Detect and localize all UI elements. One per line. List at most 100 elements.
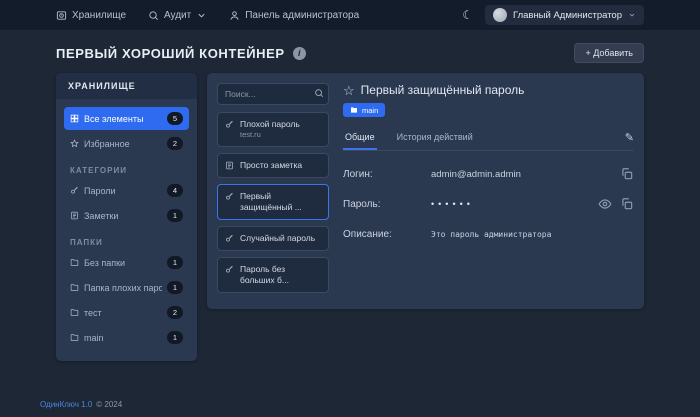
sidebar-item-folder-main[interactable]: main 1 — [64, 326, 189, 349]
detail-fields: Логин: admin@admin.admin Пароль: •••••• — [343, 161, 634, 247]
sidebar-item-label: Пароли — [84, 186, 162, 196]
login-value: admin@admin.admin — [431, 169, 620, 180]
sidebar-item-label: Папка плохих паролей — [84, 283, 162, 293]
sidebar-list: Все элементы 5 Избранное 2 КАТЕГОРИИ Пар… — [56, 99, 197, 349]
count-badge: 4 — [167, 184, 183, 197]
sidebar-item-folder-none[interactable]: Без папки 1 — [64, 251, 189, 274]
tab-general[interactable]: Общие — [343, 132, 377, 150]
copy-icon — [620, 197, 634, 211]
detail-panel: ☆ Первый защищённый пароль main Общие Ис… — [343, 83, 634, 299]
chevron-down-icon — [196, 10, 207, 21]
list-item-text: Плохой пароль test.ru — [240, 119, 300, 140]
nav-item-audit[interactable]: Аудит — [148, 10, 207, 21]
sidebar-item-folder-bad-passwords[interactable]: Папка плохих паролей 1 — [64, 276, 189, 299]
nav-item-admin-label: Панель администратора — [245, 10, 359, 21]
vault-icon — [56, 10, 67, 21]
sidebar-item-label: тест — [84, 308, 162, 318]
main-card: Плохой пароль test.ru Просто заметка Пер… — [207, 73, 644, 309]
field-label: Пароль: — [343, 199, 431, 210]
key-icon — [225, 192, 234, 201]
field-actions — [620, 167, 634, 181]
sidebar-item-passwords[interactable]: Пароли 4 — [64, 179, 189, 202]
folder-icon — [70, 308, 79, 317]
search-icon — [314, 88, 324, 98]
field-label: Описание: — [343, 229, 431, 240]
count-badge: 2 — [167, 137, 183, 150]
reveal-password-button[interactable] — [598, 197, 612, 211]
sidebar: ХРАНИЛИЩЕ Все элементы 5 Избранное 2 КАТ… — [56, 73, 197, 361]
detail-title: Первый защищённый пароль — [361, 83, 525, 97]
folder-icon — [350, 106, 358, 114]
list-item-title: Просто заметка — [240, 160, 302, 171]
count-badge: 1 — [167, 256, 183, 269]
info-icon[interactable]: i — [293, 47, 306, 60]
list-item-title: Пароль без больших б... — [240, 264, 321, 286]
page-title: ПЕРВЫЙ ХОРОШИЙ КОНТЕЙНЕР — [56, 46, 285, 61]
page-head: ПЕРВЫЙ ХОРОШИЙ КОНТЕЙНЕР i + Добавить — [56, 43, 644, 63]
key-icon — [225, 234, 234, 243]
app-root: Хранилище Аудит Панель администратора ☾ … — [0, 0, 700, 361]
list-item-title: Первый защищённый ... — [240, 191, 321, 213]
field-description: Описание: Это пароль администратора — [343, 221, 634, 247]
folder-icon — [70, 283, 79, 292]
count-badge: 2 — [167, 306, 183, 319]
user-name: Главный Администратор — [513, 10, 622, 21]
search-wrap — [217, 83, 329, 105]
sidebar-item-label: Все элементы — [84, 114, 162, 124]
count-badge: 1 — [167, 209, 183, 222]
nav-item-admin-panel[interactable]: Панель администратора — [229, 10, 359, 21]
avatar — [493, 8, 507, 22]
key-icon — [225, 265, 234, 274]
nav-item-vault[interactable]: Хранилище — [56, 10, 126, 21]
list-item[interactable]: Случайный пароль — [217, 226, 329, 251]
tab-history[interactable]: История действий — [395, 132, 475, 150]
folder-badge-label: main — [362, 106, 378, 115]
sidebar-section-categories: КАТЕГОРИИ — [64, 157, 189, 179]
navbar-left: Хранилище Аудит Панель администратора — [56, 10, 359, 21]
copy-login-button[interactable] — [620, 167, 634, 181]
sidebar-item-folder-test[interactable]: тест 2 — [64, 301, 189, 324]
edit-pencil-icon[interactable]: ✎ — [625, 131, 634, 150]
navbar-right: ☾ Главный Администратор — [462, 5, 644, 25]
theme-toggle-moon-icon[interactable]: ☾ — [462, 9, 473, 21]
list-item[interactable]: Пароль без больших б... — [217, 257, 329, 293]
sidebar-item-all-items[interactable]: Все элементы 5 — [64, 107, 189, 130]
folder-icon — [70, 333, 79, 342]
star-icon — [70, 139, 79, 148]
search-icon — [148, 10, 159, 21]
field-label: Логин: — [343, 169, 431, 180]
title-wrap: ПЕРВЫЙ ХОРОШИЙ КОНТЕЙНЕР i — [56, 46, 306, 61]
search-input[interactable] — [217, 83, 329, 105]
sidebar-section-folders: ПАПКИ — [64, 229, 189, 251]
footer-copyright: © 2024 — [96, 400, 122, 409]
field-actions — [598, 197, 634, 211]
description-value: Это пароль администратора — [431, 230, 634, 239]
add-button[interactable]: + Добавить — [574, 43, 644, 63]
nav-item-vault-label: Хранилище — [72, 10, 126, 21]
sidebar-item-favorites[interactable]: Избранное 2 — [64, 132, 189, 155]
note-icon — [225, 161, 234, 170]
user-menu[interactable]: Главный Администратор — [485, 5, 644, 25]
folder-badge[interactable]: main — [343, 103, 385, 117]
list-item[interactable]: Плохой пароль test.ru — [217, 112, 329, 147]
content: ХРАНИЛИЩЕ Все элементы 5 Избранное 2 КАТ… — [56, 73, 644, 361]
navbar: Хранилище Аудит Панель администратора ☾ … — [0, 0, 700, 30]
nav-item-audit-label: Аудит — [164, 10, 191, 21]
item-list: Плохой пароль test.ru Просто заметка Пер… — [217, 83, 329, 299]
list-item-subtitle: test.ru — [240, 130, 300, 140]
sidebar-item-label: Избранное — [84, 139, 162, 149]
key-icon — [70, 186, 79, 195]
footer: ОдинКлюч 1.0 © 2024 — [40, 400, 122, 409]
folder-icon — [70, 258, 79, 267]
list-item-selected[interactable]: Первый защищённый ... — [217, 184, 329, 220]
list-item-title: Плохой пароль — [240, 119, 300, 130]
sidebar-item-label: Без папки — [84, 258, 162, 268]
favorite-star-icon[interactable]: ☆ — [343, 84, 355, 97]
sidebar-item-label: main — [84, 333, 162, 343]
list-item[interactable]: Просто заметка — [217, 153, 329, 178]
copy-password-button[interactable] — [620, 197, 634, 211]
sidebar-item-notes[interactable]: Заметки 1 — [64, 204, 189, 227]
field-password: Пароль: •••••• — [343, 191, 634, 217]
field-login: Логин: admin@admin.admin — [343, 161, 634, 187]
footer-app-link[interactable]: ОдинКлюч 1.0 — [40, 400, 92, 409]
